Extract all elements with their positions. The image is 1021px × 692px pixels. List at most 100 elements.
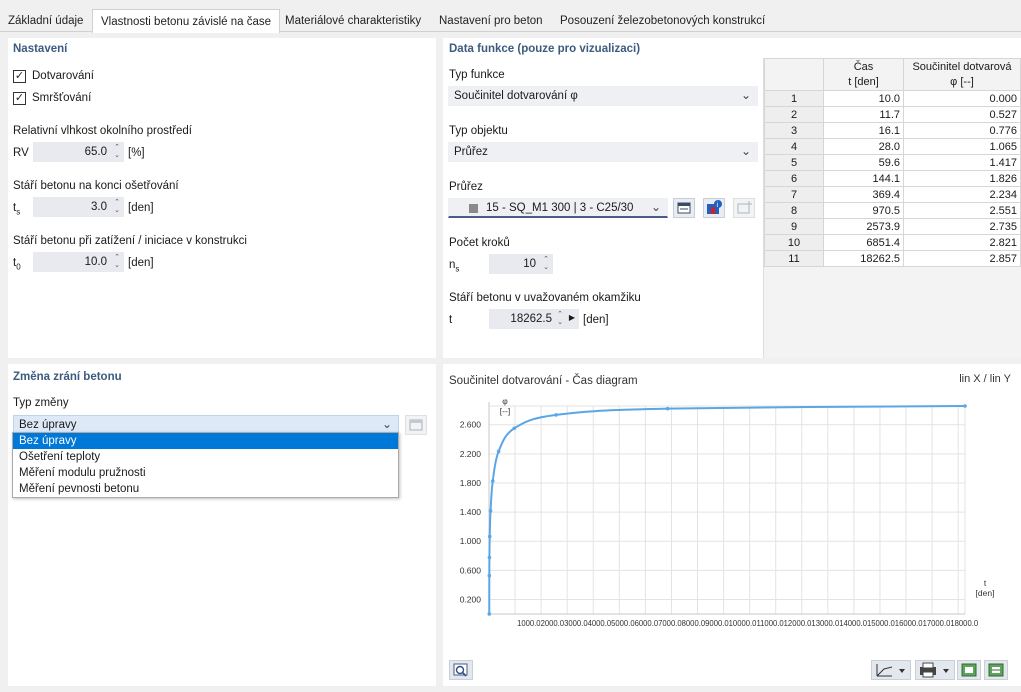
object-type-label: Typ objektu [449, 125, 508, 137]
tab-rc-design[interactable]: Posouzení železobetonových konstrukcí [552, 11, 773, 32]
time-cell[interactable]: 2573.9 [823, 218, 904, 235]
section-select[interactable]: 15 - SQ_M1 300 | 3 - C25/30 ⌄ [448, 198, 668, 218]
creep-cell[interactable]: 1.826 [903, 170, 1021, 187]
printer-icon [920, 662, 949, 678]
row-number-cell[interactable]: 11 [764, 250, 824, 267]
rh-input[interactable]: 65.0 ⌃ ⌄ [33, 142, 124, 162]
age-input[interactable]: 18262.5 ⌃ ⌄ ▶ [489, 309, 579, 329]
table-row[interactable]: 4 28.0 1.065 [764, 138, 1021, 155]
table-row[interactable]: 11 18262.5 2.857 [764, 250, 1021, 267]
data-point [487, 534, 492, 539]
ts-spinner-icon[interactable]: ⌃ ⌄ [114, 199, 120, 215]
time-cell[interactable]: 970.5 [823, 202, 904, 219]
option-strength[interactable]: Měření pevnosti betonu [13, 481, 398, 497]
edit-section-button[interactable] [673, 198, 695, 218]
creep-cell[interactable]: 2.857 [903, 250, 1021, 267]
age-symbol: t [449, 314, 453, 326]
option-no-change[interactable]: Bez úpravy [13, 433, 398, 449]
row-number-cell[interactable]: 8 [764, 202, 824, 219]
steps-symbol: ns [449, 259, 460, 274]
creep-cell[interactable]: 0.776 [903, 122, 1021, 139]
steps-label: Počet kroků [449, 237, 510, 249]
axis-settings-button[interactable] [871, 660, 911, 680]
creep-cell[interactable]: 0.000 [903, 90, 1021, 107]
data-point [488, 509, 493, 513]
table-row[interactable]: 10 6851.4 2.821 [764, 234, 1021, 251]
table-row[interactable]: 8 970.5 2.551 [764, 202, 1021, 219]
steps-input[interactable]: 10 ⌃ ⌄ [489, 254, 553, 274]
creep-cell[interactable]: 1.417 [903, 154, 1021, 171]
chevron-down-icon: ⌄ [381, 417, 392, 431]
function-type-select[interactable]: Součinitel dotvarování φ ⌄ [448, 86, 758, 106]
row-number-cell[interactable]: 2 [764, 106, 824, 123]
function-data-title: Data funkce (pouze pro vizualizaci) [449, 43, 641, 55]
row-number-cell[interactable]: 6 [764, 170, 824, 187]
row-number-cell[interactable]: 9 [764, 218, 824, 235]
x-axis-unit: [den] [976, 588, 995, 598]
table-row[interactable]: 5 59.6 1.417 [764, 154, 1021, 171]
creep-cell[interactable]: 2.551 [903, 202, 1021, 219]
table-row[interactable]: 7 369.4 2.234 [764, 186, 1021, 203]
ts-unit: [den] [128, 202, 154, 214]
object-type-select[interactable]: Průřez ⌄ [448, 142, 758, 162]
export-all-button[interactable] [984, 660, 1008, 680]
diagram-panel: Součinitel dotvarování - Čas diagram lin… [443, 364, 1021, 686]
tab-material-props[interactable]: Materiálové charakteristiky [277, 11, 429, 32]
t0-symbol: t0 [13, 257, 21, 272]
age-spinner-icon[interactable]: ⌃ ⌄ [557, 311, 563, 327]
creep-cell[interactable]: 2.821 [903, 234, 1021, 251]
time-cell[interactable]: 16.1 [823, 122, 904, 139]
table-row[interactable]: 6 144.1 1.826 [764, 170, 1021, 187]
time-cell[interactable]: 28.0 [823, 138, 904, 155]
table-row[interactable]: 2 11.7 0.527 [764, 106, 1021, 123]
row-number-cell[interactable]: 4 [764, 138, 824, 155]
time-cell[interactable]: 11.7 [823, 106, 904, 123]
option-temperature-curing[interactable]: Ošetření teploty [13, 449, 398, 465]
scale-label: lin X / lin Y [959, 373, 1011, 385]
creep-cell[interactable]: 2.234 [903, 186, 1021, 203]
time-cell[interactable]: 18262.5 [823, 250, 904, 267]
ts-input[interactable]: 3.0 ⌃ ⌄ [33, 197, 124, 217]
rh-spinner-icon[interactable]: ⌃ ⌄ [114, 144, 120, 160]
option-elastic-modulus[interactable]: Měření modulu pružnosti [13, 465, 398, 481]
time-cell[interactable]: 10.0 [823, 90, 904, 107]
time-cell[interactable]: 59.6 [823, 154, 904, 171]
axis-settings-icon [876, 664, 905, 677]
tab-concrete-settings[interactable]: Nastavení pro beton [431, 11, 551, 32]
table-row[interactable]: 3 16.1 0.776 [764, 122, 1021, 139]
creep-cell[interactable]: 1.065 [903, 138, 1021, 155]
steps-spinner-icon[interactable]: ⌃ ⌄ [543, 256, 549, 272]
edit-section-icon [677, 202, 691, 214]
new-section-button[interactable] [733, 198, 755, 218]
row-number-cell[interactable]: 3 [764, 122, 824, 139]
zoom-button[interactable] [449, 660, 473, 680]
table-row[interactable]: 9 2573.9 2.735 [764, 218, 1021, 235]
creep-cell[interactable]: 0.527 [903, 106, 1021, 123]
section-info-button[interactable]: i [703, 198, 725, 218]
table-row[interactable]: 1 10.0 0.000 [764, 90, 1021, 107]
shrinkage-checkbox[interactable]: ✓ [13, 92, 26, 105]
t0-input[interactable]: 10.0 ⌃ ⌄ [33, 252, 124, 272]
row-number-cell[interactable]: 1 [764, 90, 824, 107]
x-tick-labels: 1000.02000.03000.04000.05000.06000.07000… [517, 618, 978, 628]
t0-unit: [den] [128, 257, 154, 269]
tab-basic[interactable]: Základní údaje [0, 11, 91, 32]
export-button[interactable] [957, 660, 981, 680]
tab-time-dependent[interactable]: Vlastnosti betonu závislé na čase [92, 9, 281, 33]
play-icon[interactable]: ▶ [569, 313, 575, 322]
row-number-cell[interactable]: 10 [764, 234, 824, 251]
time-cell[interactable]: 6851.4 [823, 234, 904, 251]
row-number-cell[interactable]: 5 [764, 154, 824, 171]
change-type-dropdown: Bez úpravy Ošetření teploty Měření modul… [12, 432, 399, 498]
creep-cell[interactable]: 2.735 [903, 218, 1021, 235]
time-cell[interactable]: 369.4 [823, 186, 904, 203]
creep-checkbox[interactable]: ✓ [13, 70, 26, 83]
t0-spinner-icon[interactable]: ⌃ ⌄ [114, 254, 120, 270]
time-cell[interactable]: 144.1 [823, 170, 904, 187]
edit-maturity-button[interactable] [405, 415, 427, 435]
print-button[interactable] [915, 660, 955, 680]
new-section-icon [737, 201, 752, 214]
function-type-value: Součinitel dotvarování φ [454, 90, 578, 102]
zoom-icon [453, 663, 468, 677]
row-number-cell[interactable]: 7 [764, 186, 824, 203]
